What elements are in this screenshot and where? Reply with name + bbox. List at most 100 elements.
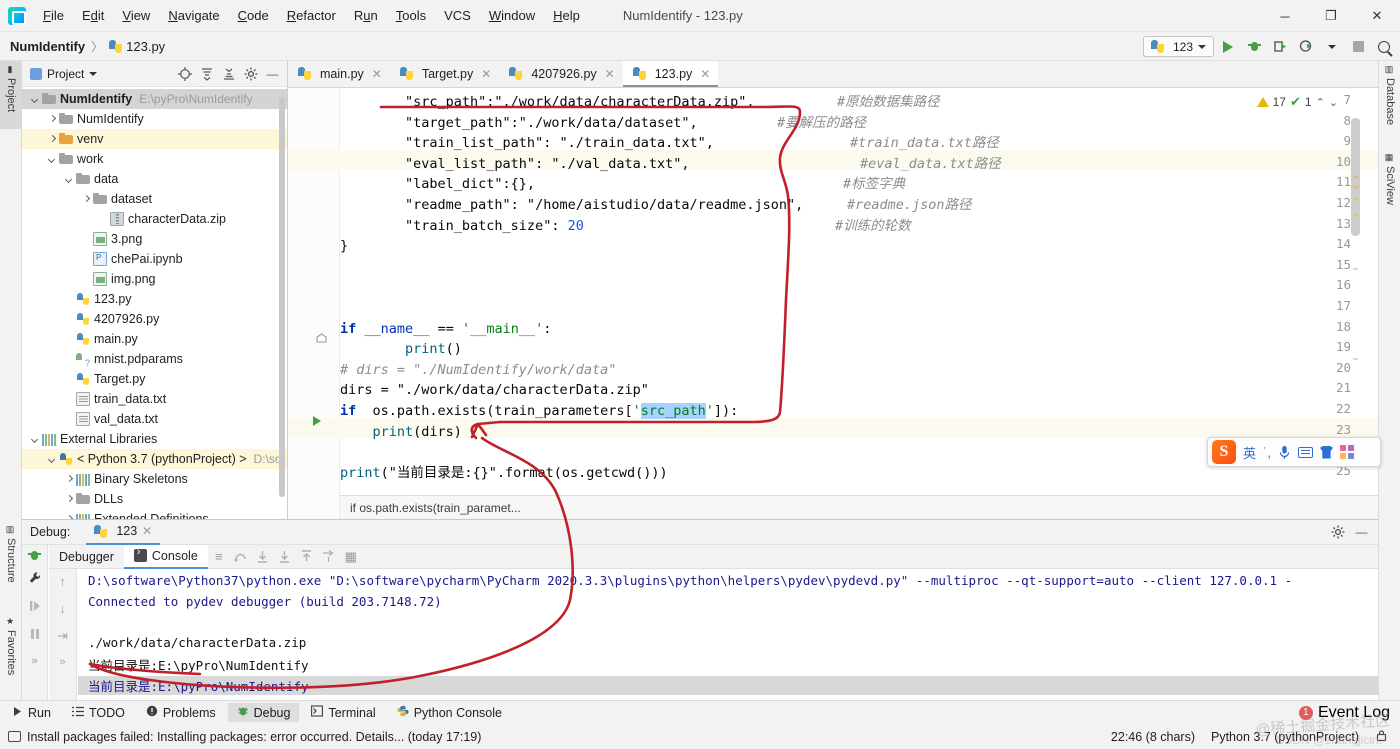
tree-item[interactable]: Extended Definitions — [22, 509, 287, 519]
chevron-right-icon[interactable] — [64, 474, 75, 485]
code-line[interactable]: print(dirs) — [340, 422, 462, 443]
bug-icon[interactable] — [28, 549, 41, 562]
code-line[interactable]: # dirs = "./NumIdentify/work/data" — [340, 360, 616, 381]
code-line[interactable]: print("当前目录是:{}".format(os.getcwd())) — [340, 463, 668, 484]
fold-marker[interactable] — [316, 331, 327, 349]
code-line[interactable]: "eval_list_path": "./val_data.txt", #eval… — [340, 154, 1001, 175]
code-line[interactable]: if os.path.exists(train_parameters['src_… — [340, 401, 738, 422]
chevron-down-icon[interactable] — [30, 434, 41, 445]
close-icon[interactable]: ✕ — [481, 67, 491, 81]
step-into-icon[interactable] — [252, 546, 274, 568]
settings-button[interactable] — [240, 63, 261, 84]
breadcrumb-project[interactable]: NumIdentify — [10, 39, 85, 54]
project-file-tree[interactable]: NumIdentify E:\pyPro\NumIdentify NumIdenti… — [22, 87, 287, 519]
inspection-widget[interactable]: 17 ✔ 1 ⌃ ⌄ — [1252, 92, 1342, 112]
locate-file-button[interactable] — [174, 63, 195, 84]
debug-session-tab[interactable]: 123 ✕ — [86, 520, 161, 545]
tree-item[interactable]: venv — [22, 129, 287, 149]
sidebar-item-structure[interactable]: ▥ Structure — [0, 521, 22, 597]
hide-panel-button[interactable]: — — [262, 63, 283, 84]
menu-tools[interactable]: Tools — [387, 4, 435, 27]
force-step-into-icon[interactable] — [274, 546, 296, 568]
editor-tab-123-py[interactable]: 123.py ✕ — [622, 61, 719, 87]
evaluate-expression-icon[interactable]: ▦ — [340, 546, 362, 568]
more-run-options[interactable] — [1320, 35, 1344, 59]
tree-item[interactable]: NumIdentify E:\pyPro\NumIdentify — [22, 89, 287, 109]
tree-item[interactable]: train_data.txt — [22, 389, 287, 409]
editor-tab-4207926-py[interactable]: 4207926.py ✕ — [499, 61, 622, 87]
menu-help[interactable]: Help — [544, 4, 589, 27]
tab-debugger[interactable]: Debugger — [49, 545, 124, 569]
code-line[interactable]: "train_list_path": "./train_data.txt", #t… — [340, 133, 999, 154]
keyboard-icon[interactable] — [1297, 446, 1313, 458]
close-button[interactable]: ✕ — [1354, 0, 1400, 32]
hide-debug-panel-button[interactable]: — — [1351, 522, 1372, 543]
tree-item[interactable]: work — [22, 149, 287, 169]
code-line[interactable]: "target_path":"./work/data/dataset", #要解压… — [340, 113, 866, 134]
previous-problem-icon[interactable]: ⌃ — [1316, 96, 1325, 109]
chevron-down-icon[interactable] — [89, 71, 98, 76]
menu-refactor[interactable]: Refactor — [278, 4, 345, 27]
run-to-cursor-icon[interactable] — [318, 546, 340, 568]
chevron-down-icon[interactable] — [47, 454, 58, 465]
tree-item[interactable]: img.png — [22, 269, 287, 289]
next-problem-icon[interactable]: ⌄ — [1329, 96, 1338, 109]
chevron-down-icon[interactable] — [30, 94, 41, 105]
step-over-icon[interactable] — [230, 546, 252, 568]
code-line[interactable]: print() — [340, 339, 462, 360]
run-button[interactable] — [1216, 35, 1240, 59]
run-configuration-selector[interactable]: 123 — [1142, 36, 1214, 57]
mic-icon[interactable] — [1278, 445, 1291, 460]
tree-item[interactable]: < Python 3.7 (pythonProject) > D:\so — [22, 449, 287, 469]
code-line[interactable]: "src_path":"./work/data/characterData.zi… — [340, 92, 940, 113]
code-line[interactable]: "train_batch_size": 20 #训练的轮数 — [340, 216, 911, 237]
close-icon[interactable]: ✕ — [142, 524, 152, 538]
tree-item[interactable]: NumIdentify — [22, 109, 287, 129]
search-everywhere-button[interactable] — [1372, 35, 1396, 59]
menu-vcs[interactable]: VCS — [435, 4, 480, 27]
tree-item[interactable]: Target.py — [22, 369, 287, 389]
debug-settings-button[interactable] — [1327, 522, 1348, 543]
caret-position[interactable]: 22:46 (8 chars) — [1111, 730, 1195, 744]
ime-punctuation-icon[interactable]: ˙, — [1263, 445, 1271, 460]
run-coverage-button[interactable] — [1268, 35, 1292, 59]
notification-icon[interactable] — [8, 731, 21, 742]
code-line[interactable]: dirs = "./work/data/characterData.zip" — [340, 380, 649, 401]
scroll-up-icon[interactable]: ↑ — [59, 574, 66, 589]
sidebar-item-favorites[interactable]: ★ Favorites — [0, 613, 22, 693]
resume-program-icon[interactable] — [28, 599, 42, 618]
sidebar-item-sciview[interactable]: ▦ SciView — [1379, 149, 1400, 221]
chevron-down-icon[interactable] — [64, 174, 75, 185]
menu-window[interactable]: Window — [480, 4, 544, 27]
chevron-down-icon[interactable] — [47, 154, 58, 165]
soft-wrap-lines-icon[interactable]: ⇥ — [57, 628, 68, 644]
tool-window-problems[interactable]: Problems — [137, 703, 225, 722]
skin-icon[interactable] — [1319, 445, 1333, 459]
chevron-right-icon[interactable] — [81, 194, 92, 205]
tree-item[interactable]: 123.py — [22, 289, 287, 309]
close-icon[interactable]: ✕ — [372, 67, 382, 81]
tree-item[interactable]: dataset — [22, 189, 287, 209]
tree-item[interactable]: characterData.zip — [22, 209, 287, 229]
tree-item[interactable]: External Libraries — [22, 429, 287, 449]
collapse-all-button[interactable] — [218, 63, 239, 84]
debug-button[interactable] — [1242, 35, 1266, 59]
editor-tab-Target-py[interactable]: Target.py ✕ — [390, 61, 499, 87]
sogou-logo-icon[interactable]: S — [1212, 440, 1236, 464]
tree-item[interactable]: val_data.txt — [22, 409, 287, 429]
tool-window-run[interactable]: Run — [3, 704, 60, 722]
menu-edit[interactable]: Edit — [73, 4, 113, 27]
breadcrumb-file[interactable]: 123.py — [126, 39, 165, 54]
tree-item[interactable]: data — [22, 169, 287, 189]
run-line-marker[interactable] — [313, 416, 321, 426]
soft-wrap-icon[interactable]: ≡ — [208, 546, 230, 568]
project-scrollbar[interactable] — [279, 97, 285, 497]
tree-item[interactable]: Binary Skeletons — [22, 469, 287, 489]
more-actions-icon[interactable]: » — [31, 655, 37, 667]
code-line[interactable]: "label_dict":{}, #标签字典 — [340, 174, 905, 195]
code-line[interactable]: } — [340, 236, 348, 257]
scroll-down-icon[interactable]: ↓ — [59, 601, 66, 616]
tree-item[interactable]: 3.png — [22, 229, 287, 249]
tree-item[interactable]: DLLs — [22, 489, 287, 509]
code-line[interactable]: "readme_path": "/home/aistudio/data/read… — [340, 195, 972, 216]
